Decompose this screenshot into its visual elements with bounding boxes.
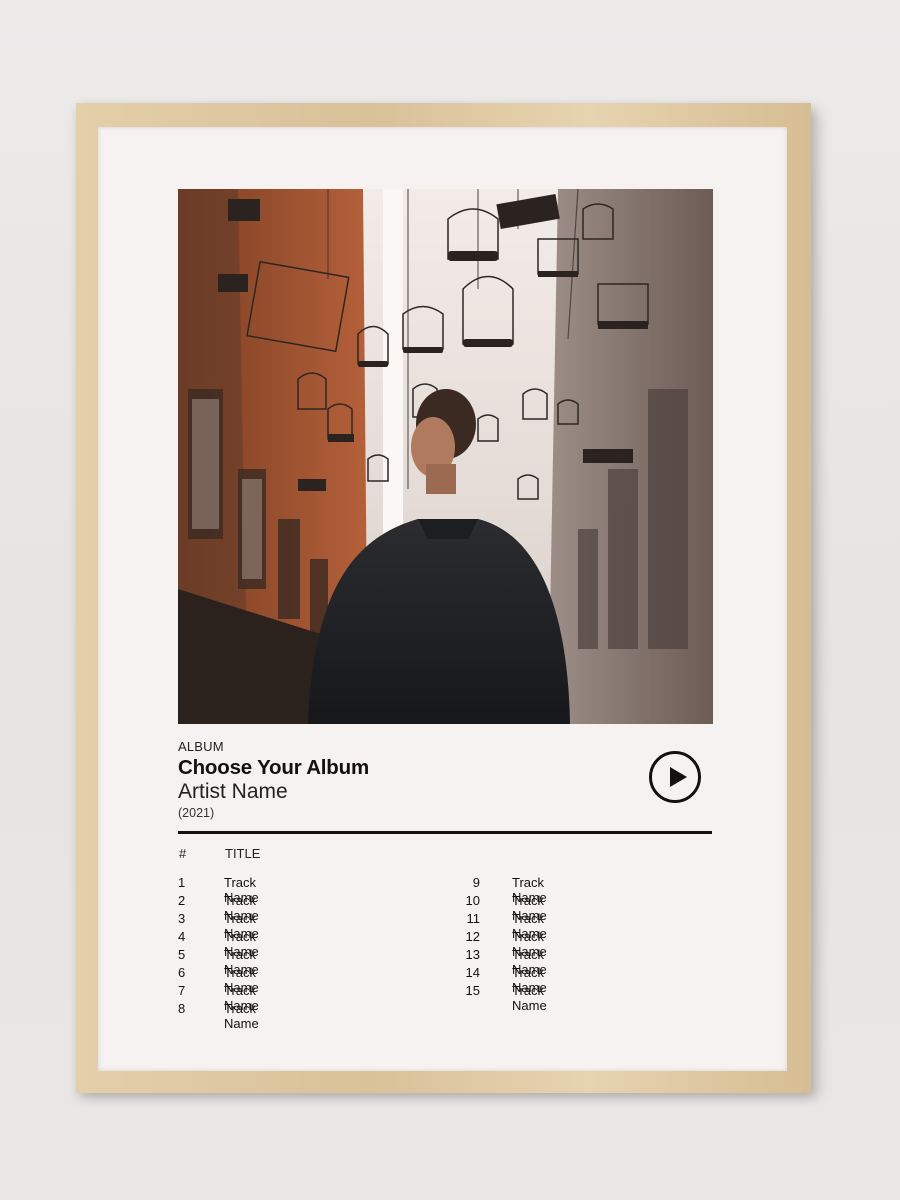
track-number: 4 <box>178 929 186 944</box>
track-number: 1 <box>178 875 186 890</box>
track-number: 14 <box>465 965 480 980</box>
track-name: Track Name <box>512 983 547 1013</box>
track-number: 6 <box>178 965 186 980</box>
track-name: Track Name <box>224 1001 259 1031</box>
track-number: 8 <box>178 1001 186 1016</box>
tracklist-header-number: # <box>179 846 187 861</box>
track-number: 9 <box>472 875 480 890</box>
album-cover-photo <box>178 189 713 724</box>
play-icon <box>670 767 687 787</box>
track-number: 12 <box>465 929 480 944</box>
track-number: 7 <box>178 983 186 998</box>
track-number: 13 <box>465 947 480 962</box>
divider-rule <box>178 831 712 834</box>
release-year: (2021) <box>178 806 215 820</box>
track-number: 2 <box>178 893 186 908</box>
track-number: 5 <box>178 947 186 962</box>
track-number: 15 <box>465 983 480 998</box>
track-number: 3 <box>178 911 186 926</box>
artist-name: Artist Name <box>178 780 288 803</box>
album-label: ALBUM <box>178 739 224 754</box>
album-title: Choose Your Album <box>178 756 369 779</box>
track-number: 10 <box>465 893 480 908</box>
tracklist-header-title: TITLE <box>225 846 261 861</box>
play-button <box>649 751 701 803</box>
track-number: 11 <box>466 911 481 926</box>
